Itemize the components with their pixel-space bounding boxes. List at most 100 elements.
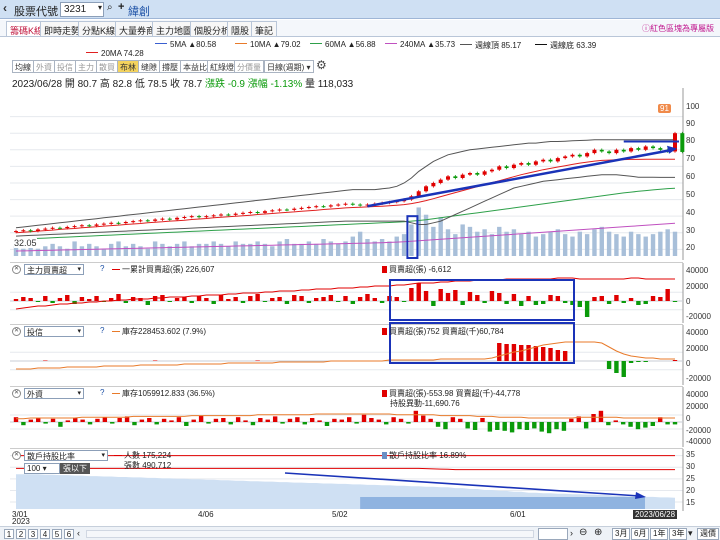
add-icon[interactable]: + — [118, 1, 124, 13]
volume-bar — [599, 226, 604, 256]
toolbar-main[interactable]: 主力 — [75, 60, 97, 73]
net-buy-bar — [255, 360, 260, 361]
page-button[interactable]: 2 — [16, 529, 26, 539]
chevron-down-icon[interactable]: ▾ — [98, 3, 102, 12]
volume-bar — [562, 234, 568, 256]
tab-notes[interactable]: 筆記 — [251, 21, 278, 36]
y-tick: 50 — [686, 190, 695, 199]
volume-bar — [614, 234, 619, 256]
range-3y-button[interactable]: 3年 — [669, 528, 688, 540]
net-buy-bar — [489, 291, 495, 301]
range-3m-button[interactable]: 3月 — [612, 528, 631, 540]
volume-bar — [636, 234, 641, 256]
toolbar-bollinger[interactable]: 布林 — [117, 60, 139, 73]
net-buy-bar — [132, 422, 137, 426]
weekly-price-button[interactable]: 週價 — [697, 528, 719, 540]
net-buy-bar — [562, 351, 568, 361]
candle-body — [599, 149, 604, 152]
candle-body — [526, 163, 531, 165]
indicator-select[interactable]: 外資 ▾ — [24, 388, 84, 399]
zoom-in-icon[interactable]: ⊕ — [594, 527, 602, 538]
indicator-select[interactable]: 投信 ▾ — [24, 326, 84, 337]
page-button[interactable]: 5 — [52, 529, 62, 539]
help-icon[interactable]: ? — [100, 264, 104, 273]
net-buy-bar — [511, 294, 517, 301]
scroll-end-button[interactable] — [538, 528, 568, 540]
candle-body — [79, 225, 84, 227]
toolbar-traffic-light[interactable]: 紅綠燈 — [207, 60, 237, 73]
toolbar-ma[interactable]: 均線 — [12, 60, 34, 73]
toolbar-foreign[interactable]: 外資 — [33, 60, 55, 73]
volume-bar — [548, 231, 553, 256]
close-icon[interactable]: ✕ — [12, 265, 21, 274]
lot-filter-select[interactable]: 100 ▾ — [24, 463, 60, 474]
volume-bar — [584, 234, 590, 256]
net-buy-bar — [235, 417, 241, 422]
toolbar-retail[interactable]: 散買 — [96, 60, 118, 73]
tab-hidden-stock[interactable]: 隱股 — [227, 21, 254, 36]
volume-bar — [672, 231, 678, 256]
page-button[interactable]: 4 — [40, 529, 50, 539]
toolbar-support[interactable]: 撐壓 — [159, 60, 181, 73]
volume-bar — [357, 231, 363, 256]
candle-body — [116, 222, 121, 224]
candle-body — [343, 203, 348, 205]
net-buy-bar — [372, 298, 377, 301]
zoom-out-icon[interactable]: ⊖ — [579, 527, 587, 538]
chevron-left-icon[interactable]: ‹ — [77, 528, 80, 538]
candle-body — [65, 226, 70, 229]
toolbar-gap[interactable]: 缝隙 — [138, 60, 160, 73]
x-tick-current: 2023/06/28 — [633, 510, 678, 519]
line-legend: 一累計買賣超(張) 226,607 — [112, 264, 214, 275]
toolbar-trust[interactable]: 投信 — [54, 60, 76, 73]
volume-bar — [467, 226, 473, 256]
back-arrow-icon[interactable]: ‹ — [3, 1, 7, 15]
range-6m-button[interactable]: 6月 — [631, 528, 650, 540]
net-buy-bar — [36, 418, 41, 422]
net-buy-bar — [204, 298, 209, 301]
volume-bar — [277, 241, 282, 256]
volume-bar — [57, 246, 63, 256]
period-select[interactable]: 日線(週期) ▾ — [264, 60, 314, 73]
gear-icon[interactable]: ⚙ — [316, 58, 327, 72]
net-buy-bar — [191, 419, 196, 422]
x-axis: 3/01 2023 4/06 5/02 6/01 2023/06/28 — [10, 510, 683, 526]
candle-body — [292, 208, 297, 210]
y-tick: 20000 — [686, 402, 709, 411]
net-buy-bar — [497, 343, 502, 361]
candle-body — [658, 148, 663, 150]
chevron-right-icon[interactable]: › — [570, 528, 573, 538]
close-icon[interactable]: ✕ — [12, 327, 21, 336]
net-buy-bar — [458, 418, 463, 422]
net-buy-bar — [95, 418, 100, 422]
net-buy-bar — [435, 422, 441, 427]
range-1y-button[interactable]: 1年 — [650, 528, 669, 540]
volume-bar — [409, 224, 414, 256]
candle-body — [541, 159, 546, 162]
close-icon[interactable]: ✕ — [12, 389, 21, 398]
search-icon[interactable]: ⌕ — [107, 2, 113, 13]
volume-bar — [577, 231, 583, 256]
help-icon[interactable]: ? — [100, 388, 104, 397]
time-scrollbar[interactable] — [86, 530, 534, 538]
page-button[interactable]: 1 — [4, 529, 14, 539]
help-icon[interactable]: ? — [100, 326, 104, 335]
net-buy-bar — [509, 422, 515, 433]
toolbar-pe[interactable]: 本益比 — [180, 60, 210, 73]
volume-bar — [511, 229, 517, 256]
page-button[interactable]: 3 — [28, 529, 38, 539]
close-icon[interactable]: ✕ — [12, 451, 21, 460]
net-buy-bar — [533, 301, 539, 305]
net-buy-bar — [50, 301, 55, 303]
net-buy-bar — [248, 296, 253, 301]
toolbar-price-volume[interactable]: 分價量 — [234, 60, 264, 73]
indicator-select[interactable]: 散戶持股比率 ▾ — [24, 450, 108, 461]
page-button[interactable]: 6 — [64, 529, 74, 539]
net-buy-bar — [650, 422, 655, 426]
range-more-icon[interactable]: ▾ — [688, 528, 693, 539]
tab-branch-kline[interactable]: 分點K線 — [78, 21, 120, 36]
net-buy-bar — [262, 301, 268, 302]
candle-body — [328, 205, 333, 207]
indicator-select[interactable]: 主力買賣超 ▾ — [24, 264, 84, 275]
net-buy-bar — [58, 422, 63, 427]
